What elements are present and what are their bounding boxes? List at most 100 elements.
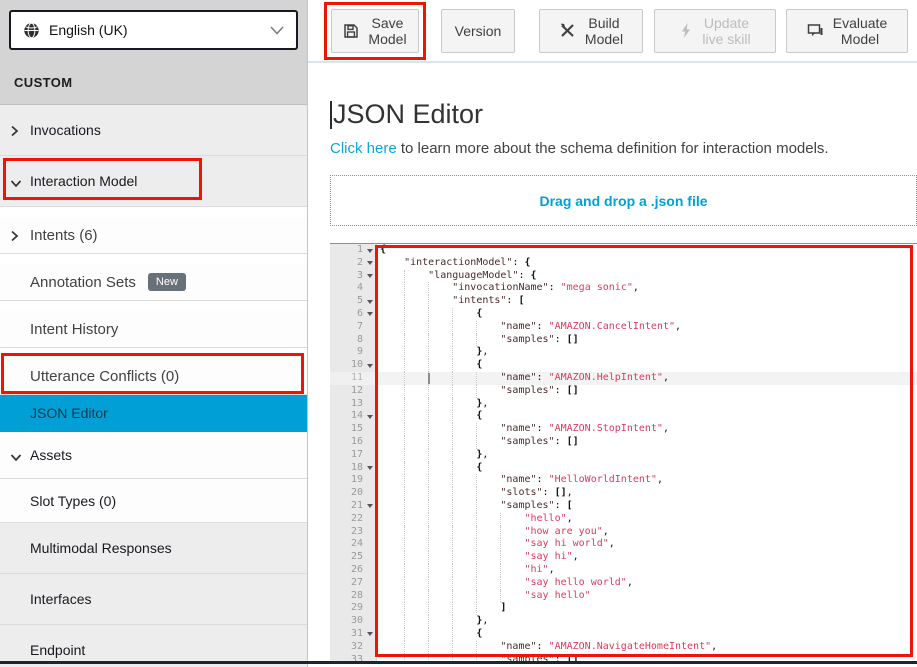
fold-arrow-icon[interactable] (367, 504, 373, 508)
subtitle-text: to learn more about the schema definitio… (397, 140, 829, 157)
indent-guide (452, 564, 476, 577)
code-line[interactable]: "hello", (377, 513, 917, 526)
code-line[interactable]: "say hello" (377, 590, 917, 603)
code-line[interactable]: "slots": [], (377, 487, 917, 500)
code-line[interactable]: "intents": [ (377, 295, 917, 308)
language-dropdown[interactable]: English (UK) (9, 10, 298, 50)
code-line[interactable]: "say hello world", (377, 577, 917, 590)
indent-guide (476, 551, 500, 564)
sidebar-item-interaction-model[interactable]: Interaction Model (0, 156, 307, 207)
code-line[interactable]: "how are you", (377, 526, 917, 539)
code-line[interactable]: "samples": [] (377, 385, 917, 398)
sidebar-item-multimodal-responses[interactable]: Multimodal Responses (0, 523, 307, 574)
code-line[interactable]: "hi", (377, 564, 917, 577)
json-punctuation: : (555, 334, 567, 345)
json-punctuation: , (482, 346, 488, 357)
code-line[interactable]: }, (377, 615, 917, 628)
code-line[interactable]: "name": "AMAZON.CancelIntent", (377, 321, 917, 334)
indent-guide (500, 526, 524, 539)
sidebar-item-utterance-conflicts-0[interactable]: Utterance Conflicts (0) (0, 358, 307, 395)
text-cursor (330, 101, 332, 129)
indent-guide (476, 538, 500, 551)
build-model-button[interactable]: BuildModel (539, 9, 643, 53)
indent-guide (476, 385, 500, 398)
chevron-down-icon (270, 26, 284, 35)
code-line[interactable]: "name": "HelloWorldIntent", (377, 474, 917, 487)
code-line[interactable]: "languageModel": { (377, 270, 917, 283)
fold-arrow-icon[interactable] (367, 632, 373, 636)
indent-guide (452, 577, 476, 590)
click-here-link[interactable]: Click here (330, 140, 397, 157)
code-line[interactable]: }, (377, 346, 917, 359)
editor-code-area[interactable]: {"interactionModel": {"languageModel": {… (377, 244, 917, 662)
code-line[interactable]: ] (377, 602, 917, 615)
fold-arrow-icon[interactable] (367, 364, 373, 368)
sidebar-item-json-editor[interactable]: JSON Editor (0, 395, 307, 432)
code-line[interactable]: { (377, 244, 917, 257)
code-line[interactable]: { (377, 410, 917, 423)
code-line[interactable]: "interactionModel": { (377, 257, 917, 270)
fold-arrow-icon[interactable] (367, 261, 373, 265)
indent-guide (404, 295, 428, 308)
fold-arrow-icon[interactable] (367, 312, 373, 316)
code-line[interactable]: { (377, 308, 917, 321)
code-line[interactable]: "name": "AMAZON.NavigateHomeIntent", (377, 641, 917, 654)
json-key: "languageModel" (428, 270, 518, 281)
indent-guide (404, 577, 428, 590)
code-line[interactable]: "name": "AMAZON.HelpIntent", (377, 372, 917, 385)
sidebar-item-label: Invocations (30, 122, 101, 138)
indent-guide (452, 474, 476, 487)
indent-guide (380, 385, 404, 398)
fold-arrow-icon[interactable] (367, 274, 373, 278)
sidebar-item-intents-6[interactable]: Intents (6) (0, 217, 307, 254)
fold-arrow-icon[interactable] (367, 466, 373, 470)
indent-guide (380, 270, 404, 283)
code-line[interactable]: "name": "AMAZON.StopIntent", (377, 423, 917, 436)
indent-guide (404, 487, 428, 500)
indent-guide (404, 615, 428, 628)
sidebar-item-invocations[interactable]: Invocations (0, 105, 307, 156)
indent-guide (428, 308, 452, 321)
fold-arrow-icon[interactable] (367, 415, 373, 419)
indent-guide (476, 513, 500, 526)
code-line[interactable]: "samples": [] (377, 334, 917, 347)
json-key: "name" (500, 423, 536, 434)
fold-arrow-icon[interactable] (367, 249, 373, 253)
save-icon (343, 23, 359, 39)
sidebar-item-intent-history[interactable]: Intent History (0, 311, 307, 348)
code-line[interactable]: "invocationName": "mega sonic", (377, 282, 917, 295)
sidebar-item-assets[interactable]: Assets (0, 432, 307, 479)
indent-guide (428, 282, 452, 295)
code-line[interactable]: { (377, 628, 917, 641)
sidebar-item-interfaces[interactable]: Interfaces (0, 574, 307, 625)
indent-guide (404, 436, 428, 449)
sidebar-item-slot-types-0[interactable]: Slot Types (0) (0, 479, 307, 523)
indent-guide (380, 513, 404, 526)
evaluate-model-button[interactable]: EvaluateModel (786, 9, 908, 53)
indent-guide (404, 385, 428, 398)
json-key: "samples" (500, 334, 554, 345)
indent-guide (428, 474, 452, 487)
json-punctuation: , (663, 423, 669, 434)
code-line[interactable]: "say hi world", (377, 538, 917, 551)
code-line[interactable]: "samples": [ (377, 500, 917, 513)
code-line[interactable]: "say hi", (377, 551, 917, 564)
indent-guide (404, 564, 428, 577)
indent-guide (428, 513, 452, 526)
code-line[interactable]: { (377, 462, 917, 475)
fold-arrow-icon[interactable] (367, 300, 373, 304)
json-punctuation: , (567, 487, 573, 498)
sidebar-item-annotation-sets[interactable]: Annotation SetsNew (0, 264, 307, 301)
json-dropzone[interactable]: Drag and drop a .json file (330, 175, 917, 226)
code-line[interactable]: }, (377, 449, 917, 462)
gutter-line-number: 5 (330, 295, 376, 308)
code-editor[interactable]: 1234567891011121314151617181920212223242… (330, 243, 917, 662)
code-line[interactable]: }, (377, 398, 917, 411)
code-line[interactable]: { (377, 359, 917, 372)
indent-guide (500, 538, 524, 551)
gutter-line-number: 7 (330, 321, 376, 334)
version-button[interactable]: Version (441, 9, 515, 53)
code-line[interactable]: "samples": [] (377, 436, 917, 449)
save-model-button[interactable]: SaveModel (331, 9, 419, 53)
json-key: "invocationName" (452, 282, 548, 293)
